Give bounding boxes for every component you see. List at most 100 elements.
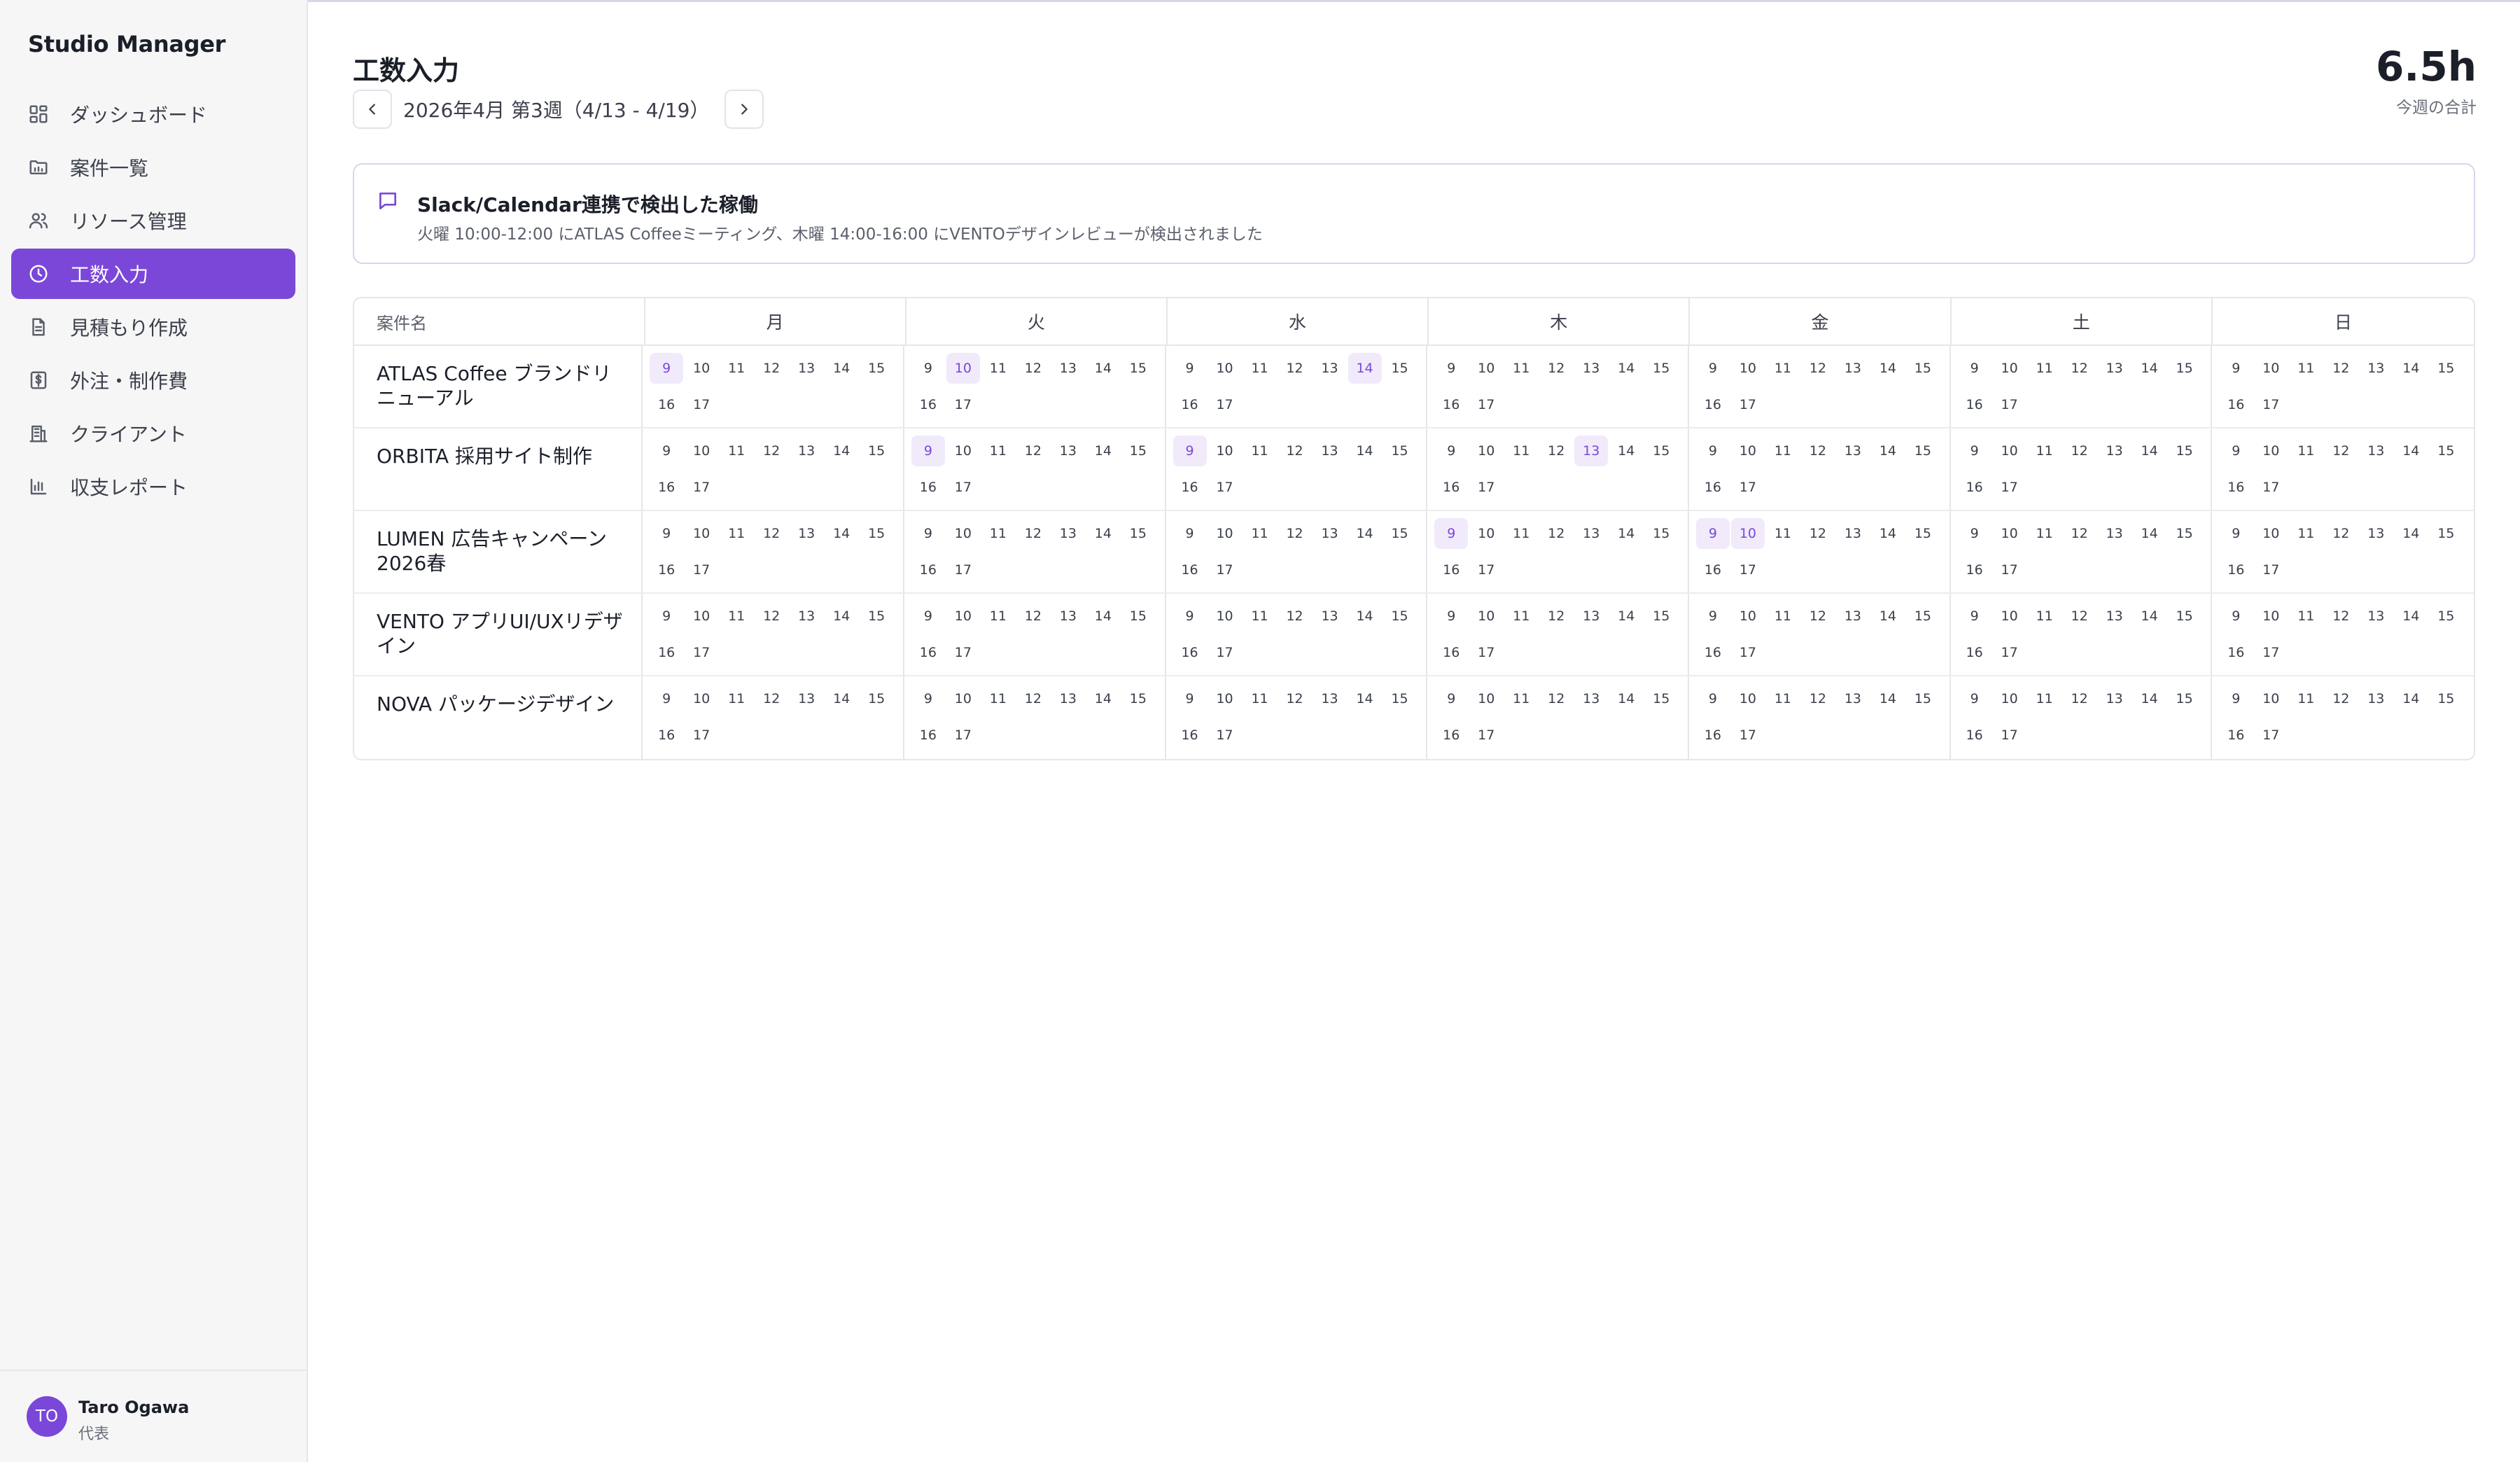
hour-slot[interactable]: 11 bbox=[720, 518, 753, 549]
hour-slot[interactable]: 11 bbox=[1243, 601, 1277, 632]
hour-slot[interactable]: 14 bbox=[1086, 683, 1120, 714]
hour-slot[interactable]: 9 bbox=[1958, 353, 1991, 384]
hour-slot[interactable]: 12 bbox=[1801, 601, 1835, 632]
hour-slot[interactable]: 14 bbox=[1609, 683, 1643, 714]
hour-slot[interactable]: 11 bbox=[2028, 436, 2062, 466]
hour-slot[interactable]: 17 bbox=[1993, 720, 2026, 751]
hour-slot[interactable]: 12 bbox=[2324, 601, 2358, 632]
hour-slot[interactable]: 9 bbox=[1434, 353, 1468, 384]
hour-slot[interactable]: 15 bbox=[2168, 518, 2202, 549]
hour-slot[interactable]: 11 bbox=[1504, 683, 1538, 714]
hour-slot[interactable]: 14 bbox=[1609, 601, 1643, 632]
hour-slot[interactable]: 11 bbox=[1243, 518, 1277, 549]
hour-slot[interactable]: 17 bbox=[1208, 720, 1242, 751]
hour-slot[interactable]: 13 bbox=[1836, 601, 1870, 632]
hour-slot[interactable]: 12 bbox=[2324, 518, 2358, 549]
hour-slot[interactable]: 11 bbox=[2289, 683, 2323, 714]
hour-slot[interactable]: 13 bbox=[1313, 601, 1347, 632]
hour-slot[interactable]: 15 bbox=[1383, 683, 1417, 714]
hour-slot[interactable]: 17 bbox=[1469, 637, 1503, 668]
sidebar-item-resources[interactable]: リソース管理 bbox=[11, 195, 295, 246]
hour-slot[interactable]: 17 bbox=[685, 389, 718, 420]
hour-slot[interactable]: 10 bbox=[685, 518, 718, 549]
hour-slot[interactable]: 16 bbox=[650, 555, 683, 585]
hour-slot[interactable]: 14 bbox=[2133, 518, 2166, 549]
hour-slot[interactable]: 10 bbox=[1993, 436, 2026, 466]
hour-slot[interactable]: 17 bbox=[1993, 389, 2026, 420]
hour-slot[interactable]: 13 bbox=[1836, 353, 1870, 384]
sidebar-item-dashboard[interactable]: ダッシュボード bbox=[11, 89, 295, 139]
hour-slot[interactable]: 17 bbox=[2254, 720, 2288, 751]
hour-slot[interactable]: 9 bbox=[911, 683, 945, 714]
hour-slot[interactable]: 9 bbox=[1958, 518, 1991, 549]
hour-slot[interactable]: 9 bbox=[2219, 683, 2253, 714]
hour-slot[interactable]: 14 bbox=[2394, 353, 2428, 384]
sidebar-item-projects[interactable]: 案件一覧 bbox=[11, 142, 295, 193]
hour-slot[interactable]: 9 bbox=[1173, 683, 1207, 714]
hour-slot[interactable]: 17 bbox=[1208, 472, 1242, 503]
hour-slot[interactable]: 16 bbox=[1958, 389, 1991, 420]
hour-slot[interactable]: 15 bbox=[2168, 436, 2202, 466]
hour-slot[interactable]: 17 bbox=[685, 555, 718, 585]
hour-slot[interactable]: 13 bbox=[790, 518, 823, 549]
hour-slot[interactable]: 13 bbox=[790, 601, 823, 632]
hour-slot[interactable]: 10 bbox=[2254, 353, 2288, 384]
hour-slot[interactable]: 17 bbox=[2254, 555, 2288, 585]
hour-slot[interactable]: 13 bbox=[2098, 683, 2132, 714]
hour-slot[interactable]: 15 bbox=[2429, 518, 2463, 549]
hour-slot[interactable]: 10 bbox=[1731, 353, 1765, 384]
hour-slot[interactable]: 13 bbox=[1313, 683, 1347, 714]
hour-slot[interactable]: 15 bbox=[1644, 353, 1678, 384]
hour-slot[interactable]: 15 bbox=[1644, 601, 1678, 632]
hour-slot[interactable]: 12 bbox=[755, 353, 788, 384]
hour-slot[interactable]: 10 bbox=[1993, 683, 2026, 714]
hour-slot[interactable]: 12 bbox=[755, 601, 788, 632]
hour-slot[interactable]: 11 bbox=[1243, 683, 1277, 714]
hour-slot[interactable]: 16 bbox=[650, 389, 683, 420]
hour-slot[interactable]: 17 bbox=[685, 720, 718, 751]
hour-slot[interactable]: 12 bbox=[1278, 601, 1312, 632]
hour-slot[interactable]: 16 bbox=[1173, 555, 1207, 585]
hour-slot[interactable]: 11 bbox=[2289, 353, 2323, 384]
hour-slot[interactable]: 13 bbox=[2359, 436, 2393, 466]
hour-slot[interactable]: 16 bbox=[2219, 555, 2253, 585]
hour-slot[interactable]: 14 bbox=[1871, 601, 1905, 632]
hour-slot[interactable]: 14 bbox=[1609, 436, 1643, 466]
hour-slot[interactable]: 12 bbox=[755, 683, 788, 714]
hour-slot[interactable]: 10 bbox=[1208, 353, 1242, 384]
hour-slot[interactable]: 12 bbox=[1539, 601, 1573, 632]
hour-slot[interactable]: 16 bbox=[911, 555, 945, 585]
hour-slot[interactable]: 15 bbox=[860, 683, 893, 714]
hour-slot[interactable]: 14 bbox=[1086, 601, 1120, 632]
hour-slot[interactable]: 12 bbox=[2063, 353, 2096, 384]
hour-slot[interactable]: 14 bbox=[1348, 436, 1382, 466]
hour-slot[interactable]: 13 bbox=[1574, 601, 1608, 632]
hour-slot[interactable]: 13 bbox=[2359, 683, 2393, 714]
hour-slot[interactable]: 10 bbox=[1730, 518, 1765, 549]
hour-slot[interactable]: 11 bbox=[720, 683, 753, 714]
hour-slot[interactable]: 14 bbox=[1609, 518, 1643, 549]
hour-slot[interactable]: 14 bbox=[1871, 683, 1905, 714]
hour-slot[interactable]: 17 bbox=[1469, 555, 1503, 585]
hour-slot[interactable]: 11 bbox=[1766, 601, 1800, 632]
hour-slot[interactable]: 11 bbox=[1766, 353, 1800, 384]
hour-slot[interactable]: 15 bbox=[1906, 683, 1940, 714]
hour-slot[interactable]: 10 bbox=[1469, 436, 1503, 466]
hour-slot[interactable]: 16 bbox=[1696, 389, 1730, 420]
hour-slot[interactable]: 14 bbox=[825, 353, 858, 384]
hour-slot[interactable]: 10 bbox=[1208, 436, 1242, 466]
hour-slot[interactable]: 10 bbox=[685, 353, 718, 384]
sidebar-item-time-entry[interactable]: 工数入力 bbox=[11, 249, 295, 299]
hour-slot[interactable]: 15 bbox=[1121, 683, 1155, 714]
hour-slot[interactable]: 12 bbox=[2063, 518, 2096, 549]
hour-slot[interactable]: 14 bbox=[825, 601, 858, 632]
hour-slot[interactable]: 12 bbox=[1801, 518, 1835, 549]
hour-slot[interactable]: 14 bbox=[825, 683, 858, 714]
hour-slot[interactable]: 14 bbox=[1348, 353, 1382, 384]
hour-slot[interactable]: 15 bbox=[860, 353, 893, 384]
hour-slot[interactable]: 10 bbox=[1208, 518, 1242, 549]
hour-slot[interactable]: 17 bbox=[1469, 389, 1503, 420]
hour-slot[interactable]: 12 bbox=[755, 436, 788, 466]
hour-slot[interactable]: 13 bbox=[2098, 436, 2132, 466]
hour-slot[interactable]: 10 bbox=[1731, 683, 1765, 714]
